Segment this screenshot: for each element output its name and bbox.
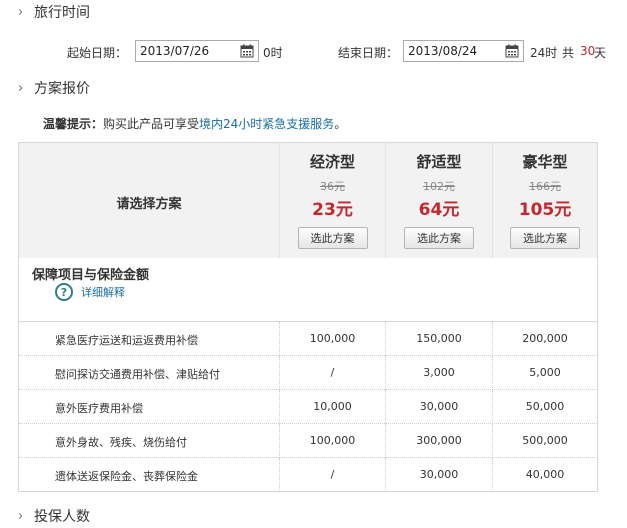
tip-link[interactable]: 境内24小时紧急支援服务 — [199, 117, 334, 131]
coverage-value: 50,000 — [492, 390, 597, 424]
coverage-value: 100,000 — [279, 424, 385, 458]
plan-original-price: 36元 — [320, 180, 345, 193]
tip-text: 温馨提示：购买此产品可享受境内24小时紧急支援服务。 — [43, 115, 346, 132]
end-hour: 24时 — [530, 46, 558, 60]
select-plan-button[interactable]: 选此方案 — [404, 227, 474, 249]
start-date-value: 2013/07/26 — [140, 44, 210, 58]
chevron-right-icon: › — [18, 508, 24, 524]
plan-price: 23元 — [312, 200, 353, 220]
plan-name: 豪华型 — [522, 153, 568, 171]
select-plan-button[interactable]: 选此方案 — [510, 227, 580, 249]
plan-header: 请选择方案 经济型 36元 23元 选此方案 舒适型 102元 64元 选此方案… — [19, 143, 597, 258]
table-row: 意外医疗费用补偿 10,000 30,000 50,000 — [19, 390, 597, 424]
coverage-value: 500,000 — [492, 424, 597, 458]
coverage-value: 30,000 — [385, 390, 492, 424]
coverage-item-name: 紧急医疗运送和运返费用补偿 — [55, 334, 198, 347]
plan-original-price: 166元 — [529, 180, 561, 193]
table-row: 紧急医疗运送和运返费用补偿 100,000 150,000 200,000 — [19, 322, 597, 356]
tip-body: 购买此产品可享受 — [103, 117, 200, 131]
end-date-value: 2013/08/24 — [408, 44, 478, 58]
start-date-input[interactable]: 2013/07/26 — [135, 40, 259, 62]
coverage-value: 3,000 — [385, 356, 492, 390]
plan-economy: 经济型 36元 23元 选此方案 — [279, 143, 385, 258]
table-row: 遗体送返保险金、丧葬保险金 / 30,000 40,000 — [19, 458, 597, 492]
coverage-value: 150,000 — [385, 322, 492, 356]
calendar-icon[interactable] — [505, 44, 519, 58]
coverage-value: 30,000 — [385, 458, 492, 492]
help-row[interactable]: ? 详细解释 — [55, 283, 125, 301]
coverage-value: 40,000 — [492, 458, 597, 492]
plan-table: 请选择方案 经济型 36元 23元 选此方案 舒适型 102元 64元 选此方案… — [18, 142, 598, 492]
table-row: 意外身故、残疾、烧伤给付 100,000 300,000 500,000 — [19, 424, 597, 458]
section-title: 方案报价 — [34, 81, 90, 97]
section-title: 旅行时间 — [34, 5, 90, 21]
detail-explanation-link[interactable]: 详细解释 — [81, 284, 125, 300]
plan-name: 经济型 — [309, 153, 355, 171]
coverage-item-name: 意外身故、残疾、烧伤给付 — [55, 436, 187, 449]
coverage-item-name: 意外医疗费用补偿 — [55, 402, 143, 415]
select-plan-button[interactable]: 选此方案 — [297, 227, 368, 249]
coverage-value: 5,000 — [492, 356, 597, 390]
plan-name: 舒适型 — [416, 153, 462, 171]
coverage-value: 200,000 — [492, 322, 597, 356]
question-circle-icon[interactable]: ? — [55, 283, 73, 301]
plan-price: 105元 — [518, 200, 572, 220]
plan-price: 64元 — [418, 200, 460, 220]
end-date-label: 结束日期： — [338, 46, 399, 60]
section-travel-time: › 旅行时间 — [18, 2, 90, 22]
coverage-value: 100,000 — [279, 322, 385, 356]
end-date-input[interactable]: 2013/08/24 — [403, 40, 524, 62]
table-row: 慰问探访交通费用补偿、津贴给付 / 3,000 5,000 — [19, 356, 597, 390]
section-plan-quote: › 方案报价 — [18, 78, 90, 98]
section-insured-count: › 投保人数 — [18, 506, 90, 526]
coverage-item-name: 慰问探访交通费用补偿、津贴给付 — [55, 368, 220, 381]
days-unit: 天 — [594, 46, 607, 60]
tip-end: 。 — [334, 117, 347, 131]
plan-luxury: 豪华型 166元 105元 选此方案 — [492, 143, 597, 258]
coverage-value: / — [279, 356, 385, 390]
chevron-right-icon: › — [18, 4, 24, 20]
coverage-title: 保障项目与保险金额 — [32, 268, 150, 283]
start-date-label: 起始日期： — [67, 46, 128, 60]
coverage-value: 10,000 — [279, 390, 385, 424]
coverage-value: 300,000 — [385, 424, 492, 458]
coverage-value: / — [279, 458, 385, 492]
coverage-item-name: 遗体送返保险金、丧葬保险金 — [55, 470, 198, 483]
section-title: 投保人数 — [34, 509, 90, 525]
total-label: 共 — [562, 46, 575, 60]
coverage-table: 紧急医疗运送和运返费用补偿 100,000 150,000 200,000 慰问… — [19, 321, 597, 492]
chevron-right-icon: › — [18, 80, 24, 96]
tip-label: 温馨提示： — [43, 117, 104, 131]
start-hour: 0时 — [263, 46, 283, 60]
plan-original-price: 102元 — [423, 180, 455, 193]
calendar-icon[interactable] — [240, 44, 254, 58]
choose-plan-label: 请选择方案 — [116, 197, 182, 212]
plan-comfort: 舒适型 102元 64元 选此方案 — [385, 143, 492, 258]
total-days: 30 — [580, 44, 596, 58]
date-row: 起始日期： 2013/07/26 0时 结束日期： 2013/08/24 24时… — [0, 40, 627, 62]
